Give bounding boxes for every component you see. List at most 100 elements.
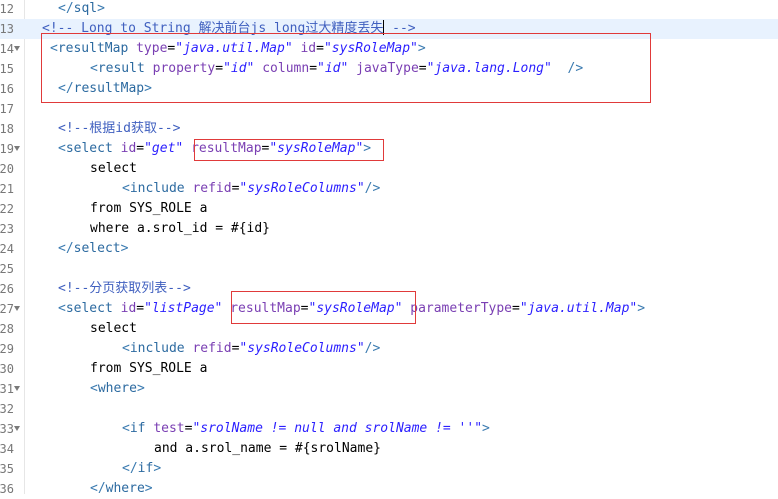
code-token: resultMap [191,141,262,156]
code-token: < [122,181,130,196]
code-text: <select id="listPage" resultMap="sysRole… [58,299,645,319]
fold-toggle-icon[interactable] [14,146,20,151]
code-token: /> [364,181,381,196]
code-line[interactable]: 18 <!--根据id获取--> [0,119,778,139]
code-token: < [58,141,66,156]
code-text: <!-- Long to String 解决前台js long过大精度丢失 --… [42,19,416,39]
code-token: < [122,421,130,436]
code-token: "listPage" [144,301,223,316]
line-number: 23 [0,222,14,236]
code-token: /> [551,61,584,76]
code-line[interactable]: 34 and a.srol_name = #{srolName} [0,439,778,459]
line-number: 31 [0,382,14,396]
code-line[interactable]: 16 </resultMap> [0,79,778,99]
code-line[interactable]: 36 </where> [0,479,778,499]
code-token: type [136,41,168,56]
code-token: "java.util.Map" [519,301,638,316]
code-token: = [136,301,145,316]
code-token: < [50,41,58,56]
code-line[interactable]: 19 <select id="get" resultMap="sysRoleMap… [0,139,778,159]
code-token: = [418,61,427,76]
code-token: "id" [317,61,349,76]
code-token: = [512,301,520,316]
code-token: select [90,161,137,176]
code-token: include [129,341,185,356]
code-token: > [637,301,646,316]
code-line[interactable]: 29 <include refid="sysRoleColumns"/> [0,339,778,359]
code-line[interactable]: 28 select [0,319,778,339]
code-line[interactable]: 23 where a.srol_id = #{id} [0,219,778,239]
code-token: = [300,301,309,316]
code-token: select [65,141,113,156]
code-line[interactable]: 32 [0,399,778,419]
line-number: 26 [0,282,14,296]
code-token: < [122,341,130,356]
code-token: if [129,421,146,436]
line-number: 18 [0,122,14,136]
line-number: 22 [0,202,14,216]
code-text: </where> [90,479,153,499]
code-line[interactable]: 20 select [0,159,778,179]
code-line[interactable]: 30 from SYS_ROLE a [0,359,778,379]
code-line[interactable]: 13 <!-- Long to String 解决前台js long过大精度丢失 … [0,19,778,39]
code-line[interactable]: 33 <if test="srolName != null and srolNam… [0,419,778,439]
code-token: if [137,461,154,476]
fold-toggle-icon[interactable] [14,46,20,51]
line-number: 12 [0,2,14,16]
code-token: resultMap [73,81,145,96]
code-token: < [58,301,66,316]
code-line[interactable]: 27 <select id="listPage" resultMap="sysRo… [0,299,778,319]
code-token: < [90,61,98,76]
code-token: "java.lang.Long" [426,61,552,76]
code-line[interactable]: 25 [0,259,778,279]
code-text: select [90,319,137,339]
code-token: </ [58,81,74,96]
code-token: </ [122,461,138,476]
line-number: 25 [0,262,14,276]
code-text: <resultMap type="java.util.Map" id="sysR… [50,39,426,59]
code-token: refid [192,181,232,196]
code-text: </resultMap> [58,79,152,99]
code-line[interactable]: 22 from SYS_ROLE a [0,199,778,219]
code-token: refid [192,341,232,356]
code-token: column [262,61,310,76]
code-token: <!--根据id获取--> [58,121,181,136]
code-text: <!--根据id获取--> [58,119,180,139]
line-number: 27 [0,302,14,316]
code-line[interactable]: 35 </if> [0,459,778,479]
code-token: select [90,321,137,336]
code-token: > [144,81,152,96]
code-line[interactable]: 21 <include refid="sysRoleColumns"/> [0,179,778,199]
code-line[interactable]: 26 <!--分页获取列表--> [0,279,778,299]
line-number: 36 [0,482,14,496]
code-line[interactable]: 17 [0,99,778,119]
code-line[interactable]: 31 <where> [0,379,778,399]
code-line[interactable]: 14 <resultMap type="java.util.Map" id="sy… [0,39,778,59]
code-token: "id" [223,61,255,76]
code-token: < [90,381,98,396]
code-line[interactable]: 15 <result property="id" column="id" java… [0,59,778,79]
code-text: <if test="srolName != null and srolName … [122,419,490,439]
code-token: > [363,141,372,156]
code-token: > [153,461,162,476]
code-token: from SYS_ROLE a [90,201,208,216]
code-line[interactable]: 12 </sql> [0,0,778,19]
fold-toggle-icon[interactable] [14,386,20,391]
code-token: sql [73,1,98,16]
fold-toggle-icon[interactable] [14,306,20,311]
code-line[interactable]: 24 </select> [0,239,778,259]
code-token: </ [58,241,74,256]
fold-toggle-icon[interactable] [14,426,20,431]
code-text: and a.srol_name = #{srolName} [154,439,381,459]
code-token: "sysRoleMap" [323,41,418,56]
code-text: </select> [58,239,128,259]
code-token: id [300,41,317,56]
line-number: 33 [0,422,14,436]
code-text: <select id="get" resultMap="sysRoleMap"> [58,139,371,159]
code-token: = [316,41,324,56]
code-token: <!--分页获取列表--> [58,281,191,296]
